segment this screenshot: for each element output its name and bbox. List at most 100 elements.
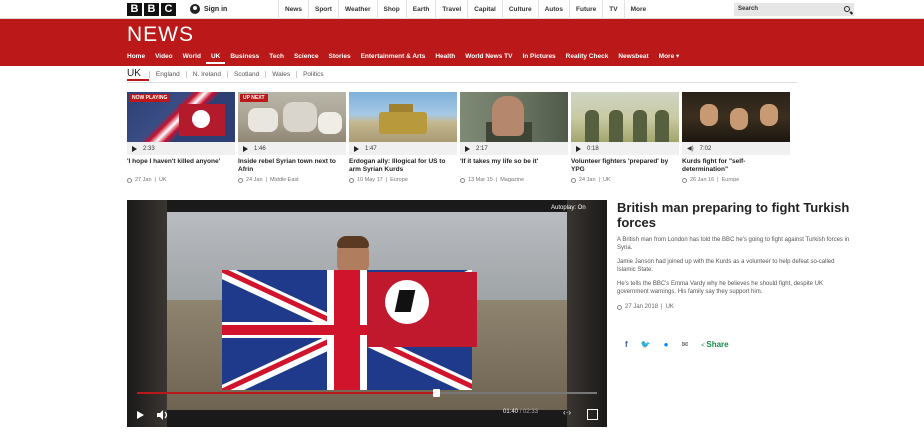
video-section[interactable]: Magazine bbox=[500, 177, 524, 183]
topnav-travel[interactable]: Travel bbox=[435, 0, 467, 19]
nav-world-news-tv[interactable]: World News TV bbox=[460, 50, 517, 64]
nav-in-pictures[interactable]: In Pictures bbox=[517, 50, 560, 64]
play-icon[interactable] bbox=[137, 411, 144, 419]
nav-entertainment[interactable]: Entertainment & Arts bbox=[356, 50, 431, 64]
video-card[interactable]: 0:18 Volunteer fighters 'prepared' by YP… bbox=[571, 92, 679, 183]
nav-health[interactable]: Health bbox=[430, 50, 460, 64]
fullscreen-icon[interactable] bbox=[587, 409, 598, 420]
topnav-weather[interactable]: Weather bbox=[337, 0, 377, 19]
video-title[interactable]: Inside rebel Syrian town next to Afrin bbox=[238, 158, 346, 174]
video-section[interactable]: UK bbox=[159, 177, 167, 183]
logo-letter-c: C bbox=[161, 3, 176, 16]
subnav-politics[interactable]: Politics bbox=[296, 70, 330, 78]
topnav-culture[interactable]: Culture bbox=[501, 0, 538, 19]
embed-icon[interactable]: ‹·› bbox=[563, 408, 571, 417]
topnav-more[interactable]: More bbox=[623, 0, 663, 19]
nav-video[interactable]: Video bbox=[150, 50, 178, 64]
topnav-capital[interactable]: Capital bbox=[467, 0, 502, 19]
nav-newsbeat[interactable]: Newsbeat bbox=[613, 50, 653, 64]
nav-home[interactable]: Home bbox=[127, 50, 150, 64]
email-icon[interactable]: ✉ bbox=[681, 340, 688, 349]
video-card[interactable]: NOW PLAYING 2:33 'I hope I haven't kille… bbox=[127, 92, 235, 183]
flag-emblem bbox=[192, 110, 210, 128]
topnav-autos[interactable]: Autos bbox=[537, 0, 569, 19]
article-section[interactable]: UK bbox=[666, 304, 674, 310]
video-player[interactable]: Autoplay: On 01:40 / 02:33 ‹·› bbox=[127, 200, 607, 427]
news-header: NEWS Home Video World UK Business Tech S… bbox=[0, 19, 924, 66]
video-duration: 1:47 bbox=[365, 145, 377, 152]
topnav-future[interactable]: Future bbox=[569, 0, 602, 19]
progress-handle[interactable] bbox=[433, 389, 440, 397]
topnav-shop[interactable]: Shop bbox=[376, 0, 406, 19]
video-thumbnail[interactable]: NOW PLAYING bbox=[127, 92, 235, 142]
video-title[interactable]: 'I hope I haven't killed anyone' bbox=[127, 158, 235, 174]
nav-more[interactable]: More ▾ bbox=[654, 50, 685, 64]
topnav-sport[interactable]: Sport bbox=[307, 0, 338, 19]
play-icon bbox=[354, 145, 359, 152]
signin-link[interactable]: Sign in bbox=[190, 4, 227, 14]
video-strip: NOW PLAYING 2:33 'I hope I haven't kille… bbox=[127, 92, 790, 183]
nav-world[interactable]: World bbox=[178, 50, 206, 64]
logo-letter-b2: B bbox=[144, 3, 159, 16]
topnav-news[interactable]: News bbox=[278, 0, 308, 19]
facebook-icon[interactable]: f bbox=[625, 340, 628, 349]
video-date: 10 May 17 bbox=[357, 177, 383, 183]
video-thumbnail[interactable] bbox=[682, 92, 790, 142]
clock-icon bbox=[460, 177, 465, 183]
nav-reality-check[interactable]: Reality Check bbox=[561, 50, 614, 64]
video-card[interactable]: 1:47 Erdogan ally: Illogical for US to a… bbox=[349, 92, 457, 183]
video-duration-bar: 2:33 bbox=[127, 142, 235, 155]
subnav-england[interactable]: England bbox=[148, 70, 186, 78]
subnav-uk[interactable]: UK bbox=[127, 68, 149, 81]
search-icon[interactable] bbox=[844, 6, 850, 12]
video-duration-bar: 2:17 bbox=[460, 142, 568, 155]
sub-nav: UK England N. Ireland Scotland Wales Pol… bbox=[127, 67, 330, 81]
subnav-scotland[interactable]: Scotland bbox=[226, 70, 265, 78]
red-flag bbox=[367, 272, 477, 347]
video-section[interactable]: UK bbox=[603, 177, 611, 183]
nav-uk[interactable]: UK bbox=[205, 50, 226, 64]
share-button[interactable]: < Share bbox=[701, 340, 728, 349]
video-meta: 13 Mar 15 | Magazine bbox=[460, 177, 568, 183]
divider bbox=[127, 82, 797, 83]
nav-business[interactable]: Business bbox=[225, 50, 264, 64]
video-meta: 24 Jan | Middle East bbox=[238, 177, 346, 183]
messenger-icon[interactable]: ● bbox=[664, 340, 669, 349]
video-card[interactable]: ◀) 7:02 Kurds fight for "self-determinati… bbox=[682, 92, 790, 183]
video-section[interactable]: Middle East bbox=[270, 177, 299, 183]
global-top-bar: B B C Sign in News Sport Weather Shop Ea… bbox=[0, 0, 924, 19]
news-title[interactable]: NEWS bbox=[127, 23, 194, 47]
logo-letter-b1: B bbox=[127, 3, 142, 16]
video-title[interactable]: Volunteer fighters 'prepared' by YPG bbox=[571, 158, 679, 174]
article-headline[interactable]: British man preparing to fight Turkish f… bbox=[617, 200, 852, 230]
video-thumbnail[interactable]: UP NEXT bbox=[238, 92, 346, 142]
nav-science[interactable]: Science bbox=[289, 50, 324, 64]
video-card[interactable]: UP NEXT 1:46 Inside rebel Syrian town ne… bbox=[238, 92, 346, 183]
bbc-logo[interactable]: B B C bbox=[127, 3, 176, 16]
video-section[interactable]: Europe bbox=[722, 177, 740, 183]
video-date: 26 Jan 16 bbox=[690, 177, 715, 183]
nav-tech[interactable]: Tech bbox=[264, 50, 289, 64]
video-thumbnail[interactable] bbox=[460, 92, 568, 142]
video-section[interactable]: Europe bbox=[390, 177, 408, 183]
video-duration-bar: 0:18 bbox=[571, 142, 679, 155]
video-thumbnail[interactable] bbox=[571, 92, 679, 142]
nav-stories[interactable]: Stories bbox=[324, 50, 356, 64]
play-icon bbox=[576, 145, 581, 152]
search-input[interactable]: Search bbox=[734, 3, 854, 16]
video-thumbnail[interactable] bbox=[349, 92, 457, 142]
video-title[interactable]: Kurds fight for "self-determination" bbox=[682, 158, 790, 174]
twitter-icon[interactable]: 🐦 bbox=[641, 340, 651, 349]
topnav-tv[interactable]: TV bbox=[602, 0, 623, 19]
section-nav: Home Video World UK Business Tech Scienc… bbox=[127, 50, 684, 64]
video-date: 13 Mar 15 bbox=[468, 177, 493, 183]
subnav-wales[interactable]: Wales bbox=[265, 70, 296, 78]
subnav-n-ireland[interactable]: N. Ireland bbox=[185, 70, 227, 78]
volume-icon[interactable] bbox=[157, 410, 169, 420]
video-title[interactable]: 'If it takes my life so be it' bbox=[460, 158, 568, 174]
video-card[interactable]: 2:17 'If it takes my life so be it' 13 M… bbox=[460, 92, 568, 183]
progress-bar[interactable] bbox=[137, 389, 597, 397]
video-title[interactable]: Erdogan ally: Illogical for US to arm Sy… bbox=[349, 158, 457, 174]
autoplay-toggle[interactable]: Autoplay: On bbox=[551, 205, 586, 211]
topnav-earth[interactable]: Earth bbox=[405, 0, 436, 19]
